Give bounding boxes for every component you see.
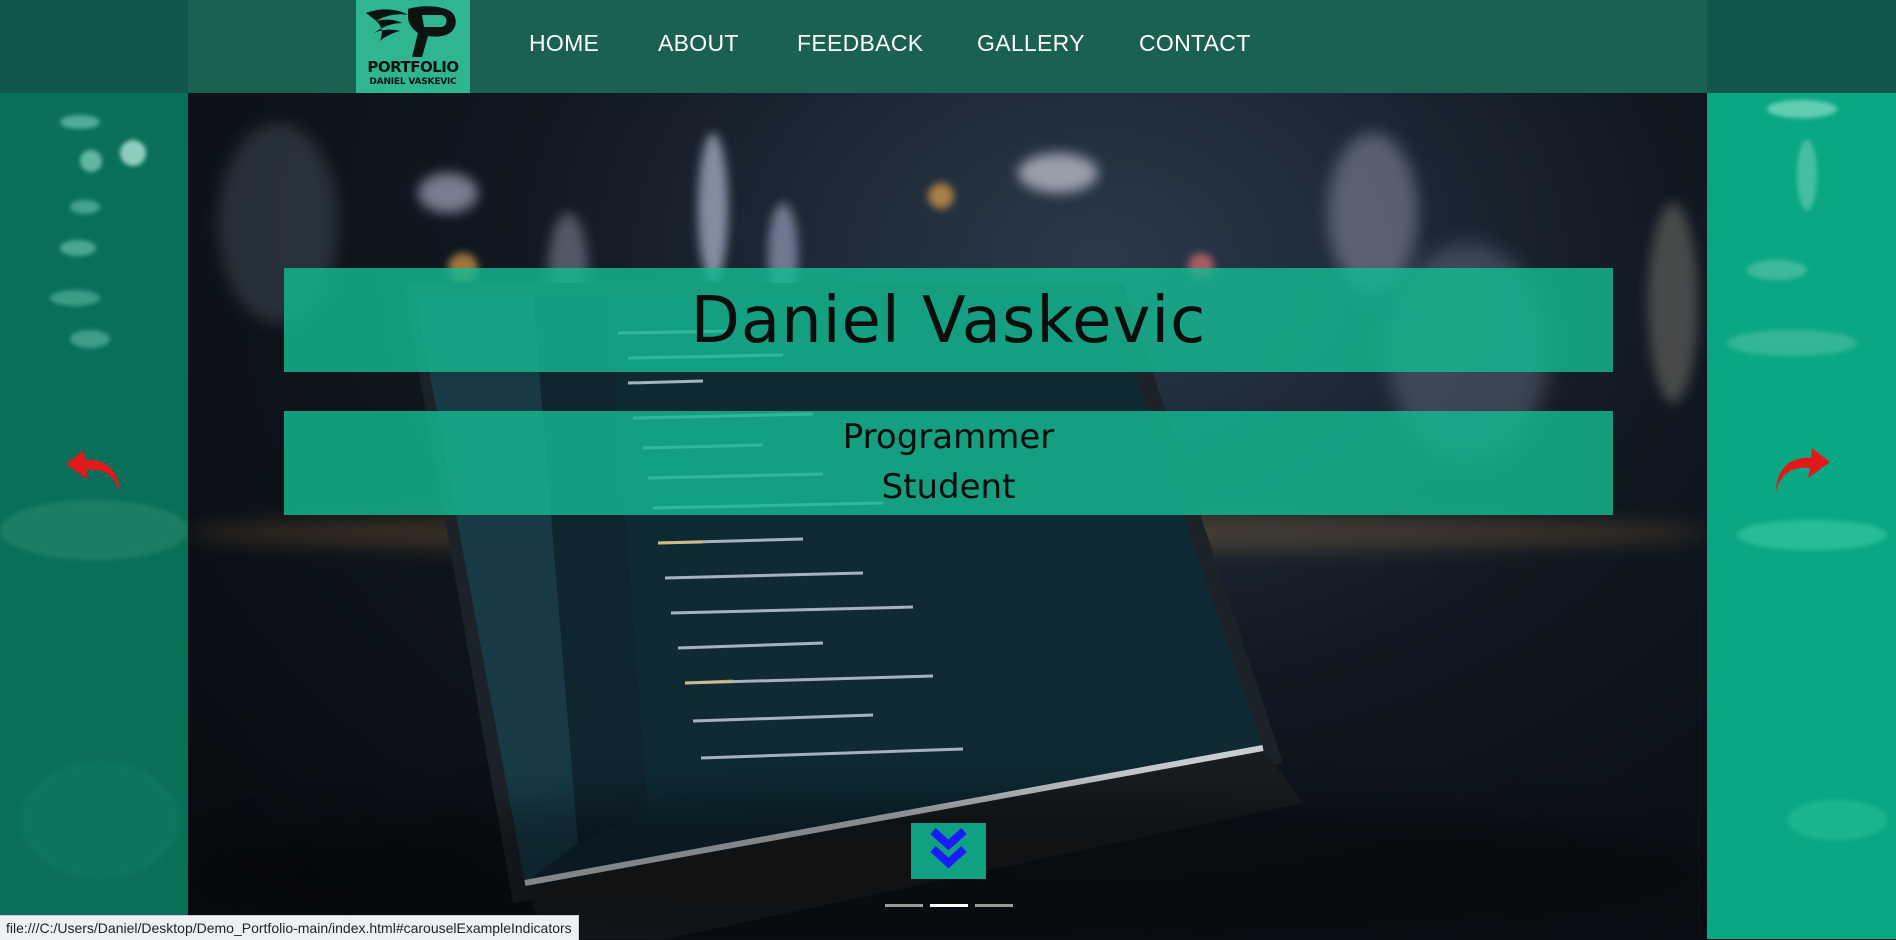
carousel-indicator-3[interactable] — [975, 904, 1013, 907]
bokeh-light — [1018, 153, 1098, 193]
hero-subtitle-band: Programmer Student — [284, 411, 1613, 515]
hero-title: Daniel Vaskevic — [690, 284, 1207, 358]
carousel-indicator-1[interactable] — [885, 904, 923, 907]
browser-status-url: file:///C:/Users/Daniel/Desktop/Demo_Por… — [0, 915, 579, 940]
curved-arrow-left-icon — [66, 450, 120, 494]
scroll-down-button[interactable] — [911, 823, 986, 879]
carousel-next-button[interactable] — [1772, 446, 1832, 496]
carousel-prev-button[interactable] — [64, 448, 124, 498]
nav-feedback[interactable]: FEEDBACK — [797, 30, 923, 57]
pegasus-logo-icon — [366, 6, 456, 57]
curved-arrow-right-icon — [1776, 448, 1830, 492]
nav-about[interactable]: ABOUT — [658, 30, 739, 57]
hero-carousel-slide — [188, 93, 1707, 939]
top-navbar: PORTFOLIO DANIEL VASKEVIC HOME ABOUT FEE… — [0, 0, 1896, 93]
nav-contact[interactable]: CONTACT — [1139, 30, 1251, 57]
logo-subtitle: DANIEL VASKEVIC — [369, 77, 457, 87]
nav-home[interactable]: HOME — [529, 30, 599, 57]
portfolio-logo[interactable]: PORTFOLIO DANIEL VASKEVIC — [356, 0, 470, 93]
nav-gallery[interactable]: GALLERY — [977, 30, 1085, 57]
bokeh-light — [1648, 203, 1698, 403]
hero-title-band: Daniel Vaskevic — [284, 268, 1613, 372]
bokeh-light — [928, 183, 954, 209]
hero-subtitle-line-2: Student — [881, 467, 1016, 507]
double-chevron-down-icon — [930, 828, 967, 869]
bokeh-light — [418, 173, 478, 213]
carousel-indicator-2-active[interactable] — [930, 904, 968, 907]
hero-subtitle-line-1: Programmer — [842, 417, 1055, 457]
logo-title: PORTFOLIO — [367, 58, 459, 76]
